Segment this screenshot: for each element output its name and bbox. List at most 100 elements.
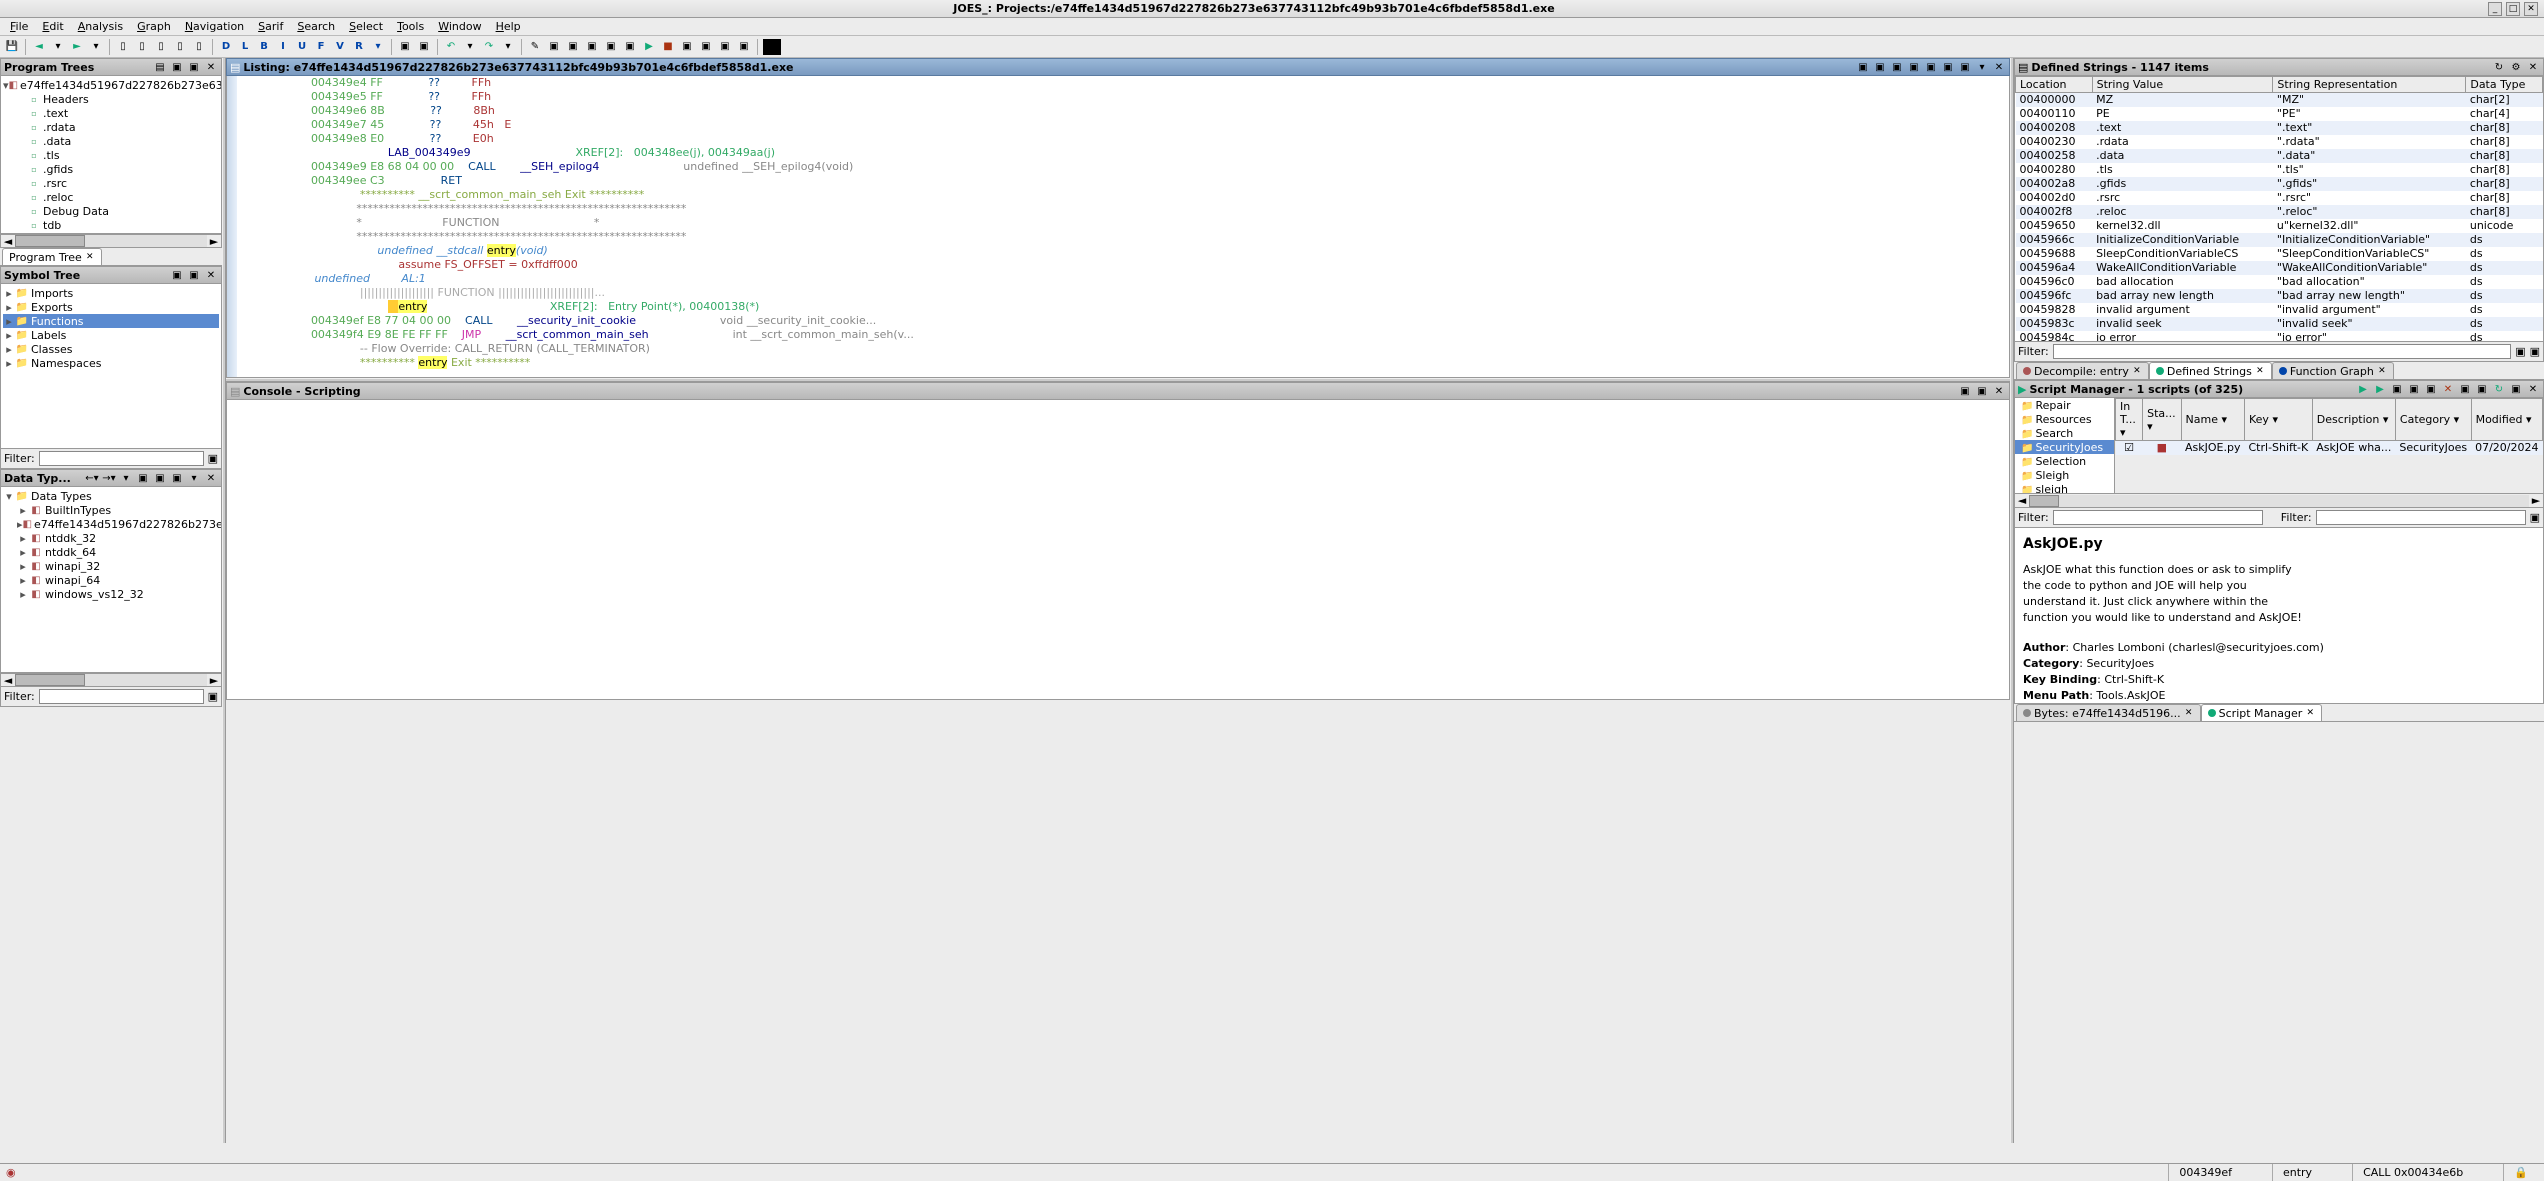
back-icon[interactable]: ◄ — [31, 39, 47, 55]
li-i5-icon[interactable]: ▣ — [1924, 60, 1938, 74]
filter-opts-icon[interactable]: ▣ — [208, 452, 218, 465]
r-icon[interactable]: R — [351, 39, 367, 55]
boxc-icon[interactable]: ▣ — [717, 39, 733, 55]
misc2-icon[interactable]: ▣ — [416, 39, 432, 55]
li-menu-icon[interactable]: ▾ — [1975, 60, 1989, 74]
tab-decompile-entry[interactable]: Decompile: entry✕ — [2016, 362, 2149, 379]
sm-refresh-icon[interactable]: ↻ — [2492, 382, 2506, 396]
table-row[interactable]: 00459828invalid argument"invalid argumen… — [2016, 303, 2543, 317]
tree-item[interactable]: ▸ntddk_64 — [3, 545, 219, 559]
table-row[interactable]: 0045983cinvalid seek"invalid seek"ds — [2016, 317, 2543, 331]
li-i4-icon[interactable]: ▣ — [1907, 60, 1921, 74]
nav4-icon[interactable]: ▯ — [172, 39, 188, 55]
menu-tools[interactable]: Tools — [391, 19, 430, 34]
column-header[interactable]: Location — [2016, 77, 2093, 93]
redo-menu-icon[interactable]: ▾ — [500, 39, 516, 55]
table-row[interactable]: 00400000MZ"MZ"char[2] — [2016, 93, 2543, 107]
dt-i2-icon[interactable]: ▣ — [136, 471, 150, 485]
maximize-button[interactable]: □ — [2506, 2, 2520, 16]
menu-file[interactable]: File — [4, 19, 34, 34]
sm-i6-icon[interactable]: ▣ — [2509, 382, 2523, 396]
dt-menu-icon[interactable]: ▾ — [187, 471, 201, 485]
table-row[interactable]: 00459688SleepConditionVariableCS"SleepCo… — [2016, 247, 2543, 261]
table-row[interactable]: 00400258.data".data"char[8] — [2016, 149, 2543, 163]
table-row[interactable]: 004002f8.reloc".reloc"char[8] — [2016, 205, 2543, 219]
filter-opts-icon[interactable]: ▣ — [208, 690, 218, 703]
nav5-icon[interactable]: ▯ — [191, 39, 207, 55]
ds-f1-icon[interactable]: ▣ — [2515, 345, 2525, 358]
column-header[interactable]: Description ▾ — [2312, 399, 2395, 441]
ds-refresh-icon[interactable]: ↻ — [2492, 60, 2506, 74]
dd-icon[interactable]: ▾ — [370, 39, 386, 55]
sm-i3-icon[interactable]: ▣ — [2424, 382, 2438, 396]
li-snap-icon[interactable]: ▣ — [1958, 60, 1972, 74]
pt-camera-icon[interactable]: ▣ — [170, 60, 184, 74]
menu-analysis[interactable]: Analysis — [72, 19, 129, 34]
column-header[interactable]: Name ▾ — [2181, 399, 2244, 441]
column-header[interactable]: String Value — [2092, 77, 2273, 93]
tab-defined-strings[interactable]: Defined Strings✕ — [2149, 362, 2272, 379]
column-header[interactable]: Modified ▾ — [2471, 399, 2542, 441]
tree-item[interactable]: .gfids — [3, 162, 219, 176]
undo-icon[interactable]: ↶ — [443, 39, 459, 55]
blocks-icon[interactable] — [763, 39, 781, 55]
table-row[interactable]: ☑■AskJOE.pyCtrl-Shift-KAskJOE wha...Secu… — [2116, 441, 2543, 455]
boxa-icon[interactable]: ▣ — [679, 39, 695, 55]
close-icon[interactable]: ✕ — [2526, 382, 2540, 396]
con-i2-icon[interactable]: ▣ — [1975, 384, 1989, 398]
table-row[interactable]: 004596c0bad allocation"bad allocation"ds — [2016, 275, 2543, 289]
sm-i5-icon[interactable]: ▣ — [2475, 382, 2489, 396]
b-icon[interactable]: B — [256, 39, 272, 55]
fwd-icon[interactable]: ► — [69, 39, 85, 55]
sm-script-filter-input[interactable] — [2316, 510, 2526, 525]
tree-item[interactable]: .data — [3, 134, 219, 148]
st-i1-icon[interactable]: ▣ — [170, 268, 184, 282]
close-icon[interactable]: ✕ — [2526, 60, 2540, 74]
column-header[interactable]: Category ▾ — [2395, 399, 2471, 441]
close-icon[interactable]: ✕ — [2305, 708, 2315, 718]
boxb-icon[interactable]: ▣ — [698, 39, 714, 55]
pencil-icon[interactable]: ✎ — [527, 39, 543, 55]
close-button[interactable]: ✕ — [2524, 2, 2538, 16]
pt-cam2-icon[interactable]: ▣ — [187, 60, 201, 74]
console-header[interactable]: ▤ Console - Scripting ▣ ▣ ✕ — [226, 382, 2010, 400]
boxd-icon[interactable]: ▣ — [736, 39, 752, 55]
sm-i2-icon[interactable]: ▣ — [2407, 382, 2421, 396]
column-header[interactable]: Sta... ▾ — [2143, 399, 2181, 441]
tree-item[interactable]: ▸e74ffe1434d51967d227826b273e637743112bf… — [3, 517, 219, 531]
con-i1-icon[interactable]: ▣ — [1958, 384, 1972, 398]
close-icon[interactable]: ✕ — [2377, 366, 2387, 376]
save-icon[interactable]: 💾 — [4, 39, 20, 55]
sm-run2-icon[interactable]: ▶ — [2373, 382, 2387, 396]
menu-select[interactable]: Select — [343, 19, 389, 34]
box5-icon[interactable]: ▣ — [622, 39, 638, 55]
fwd-menu-icon[interactable]: ▾ — [88, 39, 104, 55]
column-header[interactable]: Data Type — [2466, 77, 2543, 93]
table-row[interactable]: 004002d0.rsrc".rsrc"char[8] — [2016, 191, 2543, 205]
table-row[interactable]: 004002a8.gfids".gfids"char[8] — [2016, 177, 2543, 191]
menu-help[interactable]: Help — [490, 19, 527, 34]
tree-item[interactable]: ▸ntddk_32 — [3, 531, 219, 545]
l-icon[interactable]: L — [237, 39, 253, 55]
sm-fopt-icon[interactable]: ▣ — [2530, 511, 2540, 524]
folder-item[interactable]: SecurityJoes — [2015, 440, 2114, 454]
close-icon[interactable]: ✕ — [204, 471, 218, 485]
folder-item[interactable]: sleigh — [2015, 482, 2114, 493]
table-row[interactable]: 004596a4WakeAllConditionVariable"WakeAll… — [2016, 261, 2543, 275]
menu-search[interactable]: Search — [291, 19, 341, 34]
tree-item-exports[interactable]: ▸Exports — [3, 300, 219, 314]
dt-fwd-icon[interactable]: →▾ — [102, 471, 116, 485]
sm-i4-icon[interactable]: ▣ — [2458, 382, 2472, 396]
dt-i3-icon[interactable]: ▣ — [153, 471, 167, 485]
box1-icon[interactable]: ▣ — [546, 39, 562, 55]
tab-function-graph[interactable]: Function Graph✕ — [2272, 362, 2394, 379]
f-icon[interactable]: F — [313, 39, 329, 55]
tree-item[interactable]: ▸BuiltInTypes — [3, 503, 219, 517]
column-header[interactable]: String Representation — [2273, 77, 2466, 93]
close-icon[interactable]: ✕ — [2255, 366, 2265, 376]
tree-root[interactable]: ▾e74ffe1434d51967d227826b273e637743112bf… — [3, 78, 219, 92]
column-header[interactable]: In T... ▾ — [2116, 399, 2143, 441]
undo-menu-icon[interactable]: ▾ — [462, 39, 478, 55]
tree-item[interactable]: Headers — [3, 92, 219, 106]
folder-item[interactable]: Search — [2015, 426, 2114, 440]
